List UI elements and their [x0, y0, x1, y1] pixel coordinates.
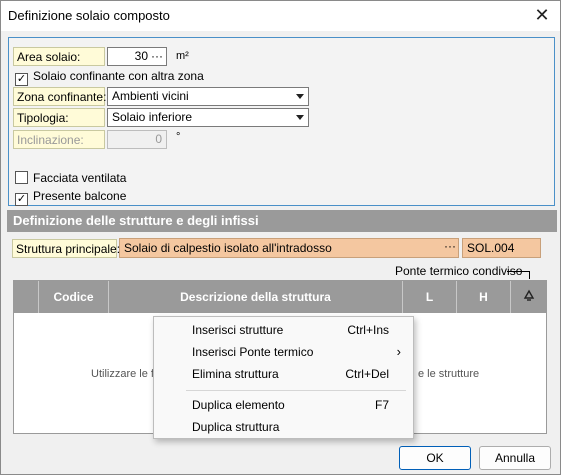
empty-message-right: e le strutture — [418, 368, 480, 380]
principal-structure-code: SOL.004 — [462, 238, 541, 258]
window-title: Definizione solaio composto — [8, 8, 170, 23]
area-input[interactable]: 30 ··· — [107, 47, 167, 66]
principal-structure-field[interactable]: Solaio di calpestio isolato all'intrados… — [119, 238, 459, 258]
facciata-check-icon — [15, 171, 28, 184]
empty-message-left: Utilizzare le fu — [91, 368, 161, 380]
confinante-checkbox[interactable]: ✓ Solaio confinante con altra zona — [15, 69, 204, 86]
balcone-checkbox[interactable]: ✓ Presente balcone — [15, 189, 127, 206]
row-selector-header — [14, 281, 39, 313]
solaio-properties-panel: Area solaio: 30 ··· m² ✓ Solaio confinant… — [8, 37, 555, 206]
balcone-check-icon: ✓ — [15, 193, 28, 206]
table-header: Codice Descrizione della struttura L H — [14, 281, 546, 313]
menu-separator — [186, 390, 406, 391]
area-value: 30 — [134, 49, 148, 63]
section-header: Definizione delle strutture e degli infi… — [7, 210, 557, 232]
menu-item-label: Elimina struttura — [192, 367, 279, 381]
menu-item-duplica-elemento[interactable]: Duplica elemento F7 — [154, 395, 413, 415]
confinante-label: Solaio confinante con altra zona — [33, 69, 204, 83]
header-codice[interactable]: Codice — [39, 281, 109, 313]
menu-item-inserisci-strutture[interactable]: Inserisci strutture Ctrl+Ins — [154, 320, 413, 340]
recycle-icon — [523, 289, 534, 301]
chevron-down-icon — [296, 94, 304, 99]
facciata-label: Facciata ventilata — [33, 171, 127, 185]
menu-item-elimina-struttura[interactable]: Elimina struttura Ctrl+Del — [154, 364, 413, 384]
menu-item-duplica-struttura[interactable]: Duplica struttura — [154, 417, 413, 437]
principal-structure-browse-button[interactable]: ··· — [441, 239, 459, 257]
ponte-termico-label: Ponte termico condiviso — [395, 264, 523, 278]
close-icon[interactable]: ✕ — [530, 4, 554, 26]
principal-structure-label: Struttura principale: — [12, 239, 120, 258]
area-unit: m² — [176, 50, 189, 62]
tipologia-label: Tipologia: — [13, 108, 105, 127]
zona-label: Zona confinante: — [13, 87, 106, 106]
chevron-down-icon — [296, 115, 304, 120]
facciata-checkbox[interactable]: Facciata ventilata — [15, 171, 126, 187]
cancel-button[interactable]: Annulla — [479, 446, 551, 470]
tipologia-select[interactable]: Solaio inferiore — [107, 108, 309, 127]
menu-item-shortcut: Ctrl+Ins — [347, 323, 389, 337]
menu-item-shortcut: Ctrl+Del — [345, 367, 389, 381]
chevron-right-icon: › — [396, 344, 401, 359]
principal-code-text: SOL.004 — [467, 241, 515, 255]
inclinazione-label: Inclinazione: — [13, 130, 105, 149]
ok-button[interactable]: OK — [399, 446, 471, 470]
menu-item-shortcut: F7 — [374, 398, 389, 412]
header-descrizione[interactable]: Descrizione della struttura — [109, 281, 403, 313]
zona-value: Ambienti vicini — [112, 89, 189, 103]
menu-item-label: Inserisci Ponte termico — [192, 345, 314, 359]
menu-item-label: Duplica elemento — [192, 398, 285, 412]
menu-item-inserisci-ponte[interactable]: Inserisci Ponte termico › — [154, 342, 413, 362]
area-ellipsis-button[interactable]: ··· — [151, 48, 163, 65]
inclinazione-input[interactable]: 0 — [107, 130, 167, 149]
header-h[interactable]: H — [457, 281, 511, 313]
principal-structure-value: Solaio di calpestio isolato all'intrados… — [124, 241, 332, 255]
tipologia-value: Solaio inferiore — [112, 110, 193, 124]
area-label: Area solaio: — [13, 47, 105, 66]
header-l[interactable]: L — [403, 281, 457, 313]
balcone-label: Presente balcone — [33, 189, 127, 203]
menu-item-label: Inserisci strutture — [192, 323, 284, 337]
inclinazione-value: 0 — [155, 132, 162, 146]
header-ponte[interactable] — [511, 281, 546, 313]
zona-select[interactable]: Ambienti vicini — [107, 87, 309, 106]
ponte-termico-leader-line — [507, 271, 530, 279]
inclinazione-unit: ° — [176, 131, 181, 143]
title-bar: Definizione solaio composto ✕ — [1, 1, 560, 31]
confinante-check-icon: ✓ — [15, 73, 28, 86]
context-menu: Inserisci strutture Ctrl+Ins Inserisci P… — [153, 316, 414, 439]
menu-item-label: Duplica struttura — [192, 420, 280, 434]
